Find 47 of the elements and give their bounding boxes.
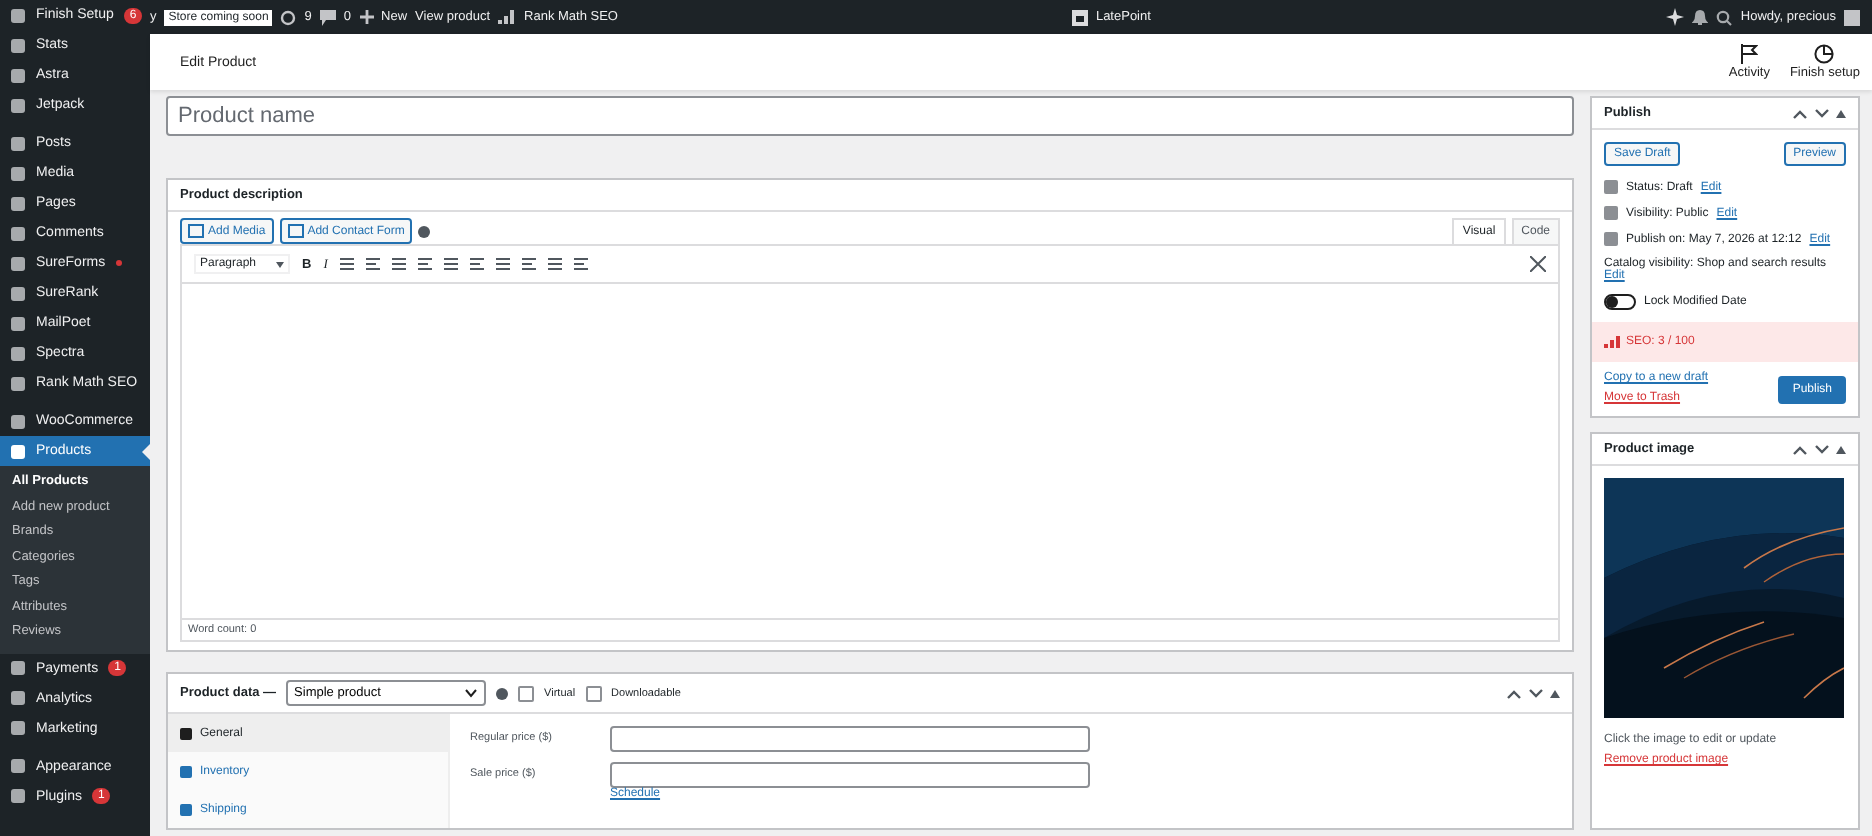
checkbox[interactable] <box>518 685 535 701</box>
plus-icon[interactable] <box>359 10 374 24</box>
media-icon <box>188 224 204 238</box>
caret-icon <box>276 261 285 267</box>
format-icon[interactable] <box>573 258 588 270</box>
tab-icon <box>180 803 192 815</box>
sparkle-icon[interactable] <box>1666 8 1685 26</box>
format-icon[interactable] <box>521 258 536 270</box>
chevron-down-icon[interactable] <box>1814 443 1830 455</box>
help-icon[interactable] <box>496 687 509 699</box>
format-icon[interactable] <box>417 258 432 270</box>
product-name-field[interactable]: Product name <box>166 96 1574 136</box>
format-icon[interactable] <box>443 258 458 270</box>
price-field[interactable] <box>610 762 1090 788</box>
format-icon[interactable] <box>365 258 380 270</box>
chevron-up-icon[interactable] <box>1506 687 1522 699</box>
format-icon[interactable] <box>495 258 510 270</box>
chevron-down-icon[interactable] <box>1814 107 1830 119</box>
triangle-up-icon[interactable] <box>1836 445 1846 453</box>
checkbox[interactable] <box>585 685 602 701</box>
comment-icon[interactable] <box>319 9 336 25</box>
refresh-icon[interactable] <box>280 9 297 25</box>
format-icon[interactable] <box>469 258 484 270</box>
bar-chart-icon[interactable] <box>498 10 517 24</box>
tab-icon <box>180 727 192 739</box>
search-icon[interactable] <box>1716 9 1733 25</box>
flag-icon <box>1740 44 1759 64</box>
format-icon[interactable] <box>547 258 562 270</box>
chevron-down-icon[interactable] <box>1528 687 1544 699</box>
chevron-up-icon[interactable] <box>1792 443 1808 455</box>
bell-icon[interactable] <box>1692 9 1709 25</box>
triangle-up-icon[interactable] <box>1836 109 1846 117</box>
chevron-down-icon <box>464 688 479 698</box>
avatar[interactable] <box>1844 9 1860 25</box>
format-icon[interactable] <box>339 258 354 270</box>
price-field[interactable] <box>610 726 1090 752</box>
format-icon[interactable] <box>391 258 406 270</box>
fullscreen-icon[interactable] <box>1530 256 1546 272</box>
tab-icon <box>180 765 192 777</box>
chevron-up-icon[interactable] <box>1792 107 1808 119</box>
media-icon <box>287 224 304 238</box>
help-icon[interactable] <box>418 225 431 237</box>
triangle-up-icon[interactable] <box>1550 689 1560 697</box>
chart-icon <box>1604 336 1620 348</box>
notification-dot <box>115 260 122 266</box>
clock-icon <box>1814 44 1835 64</box>
toggle-switch[interactable] <box>1604 294 1636 310</box>
